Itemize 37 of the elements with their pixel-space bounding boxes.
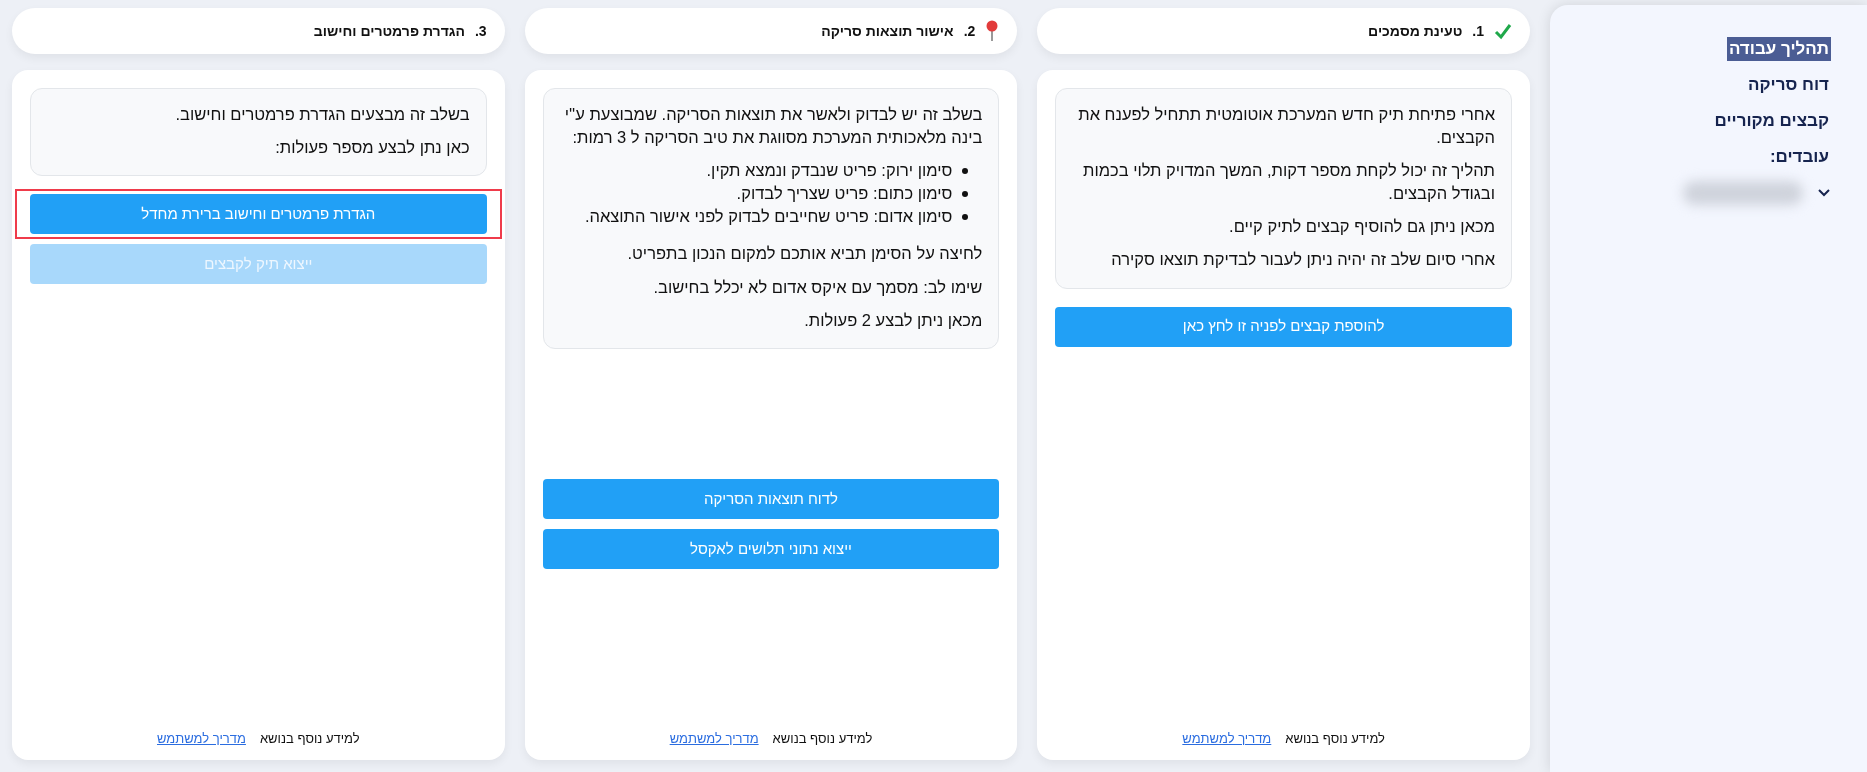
info-text: תהליך זה יכול לקחת מספר דקות, המשך המדויק תלוי בכמות ובגודל הקבצים. [1082,160,1495,205]
list-item-text: סימון ירוק: פריט שנבדק ונמצא תקין. [706,160,953,182]
action-button[interactable]: להוספת קבצים לפניה זו לחץ כאן [1055,306,1512,347]
info-text: אחרי פתיחת תיק חדש המערכת אוטומטית תתחיל לפענח את הקבצים. [1077,104,1495,149]
list-item-text: סימון אדום: פריט שחייבים לבדוק לפני אישור התוצאה. [584,206,953,228]
step-title: הגדרת פרמטרים וחישוב [313,21,465,41]
info-text: כאן נתן לבצע מספר פעולות: [274,137,470,159]
step-number: 2. [963,21,976,41]
user-guide-link[interactable]: מדריך למשתמש [157,728,246,748]
footer-text: למידע נוסף בנושא [1285,729,1385,748]
bullet-icon [962,167,969,174]
sidebar-item[interactable]: תהליך עבודה [1726,37,1831,62]
step-title: אישור תוצאות סריקה [821,21,954,41]
info-text: אחרי סיום שלב זה יהיה ניתן לעבור לבדיקת תוצאו סקירה [1110,249,1495,271]
info-text: בשלב זה מבצעים הגדרת פרמטרים וחישוב. [174,104,470,125]
action-button[interactable]: לדוח תוצאות הסריקה [542,478,1000,519]
info-text: מכאן ניתן לבצע 2 פעולות. [803,309,983,331]
sidebar-item[interactable]: דוח סריקה [1745,73,1831,98]
chevron-icon[interactable] [1817,188,1831,199]
info-text: בשלב זה יש לבדוק ולאשר את תוצאות הסריקה. שמבוצעת ע''י בינה מלאכותית המערכת מסווגת את טיב הסריקה ל 3 רמות: [563,104,983,149]
step-number: 1. [1472,21,1484,41]
user-guide-link[interactable]: מדריך למשתמש [1182,728,1272,748]
bullet-icon [962,190,969,197]
info-text: שימו לב: מסמך עם איקס אדום לא יכלל בחישוב. [652,276,983,298]
step-number: 3. [474,21,487,41]
list-item-text: סימון כתום: פריט שצריך לבדוק. [736,183,953,205]
workers-label: עובדים: [1768,146,1830,169]
user-guide-link[interactable]: מדריך למשתמש [669,728,759,748]
info-text: לחיצה על הסימן תביא אותכם למקום הנכון בתפריט. [626,243,983,265]
footer-text: למידע נוסף בנושא [772,729,873,748]
action-button[interactable]: הגדרת פרמטרים וחישוב ברירת מחדל [30,194,487,235]
bullet-icon [962,213,969,220]
step-title: טעינת מסמכים [1368,21,1463,41]
sidebar-item[interactable]: קבצים מקוריים [1712,109,1831,134]
action-button[interactable]: ייצוא נתוני תלושים לאקסל [542,528,1000,569]
footer-text: למידע נוסף בנושא [259,729,360,748]
info-text: מכאן ניתן גם להוסיף קבצים לתיק קיים. [1228,216,1495,238]
